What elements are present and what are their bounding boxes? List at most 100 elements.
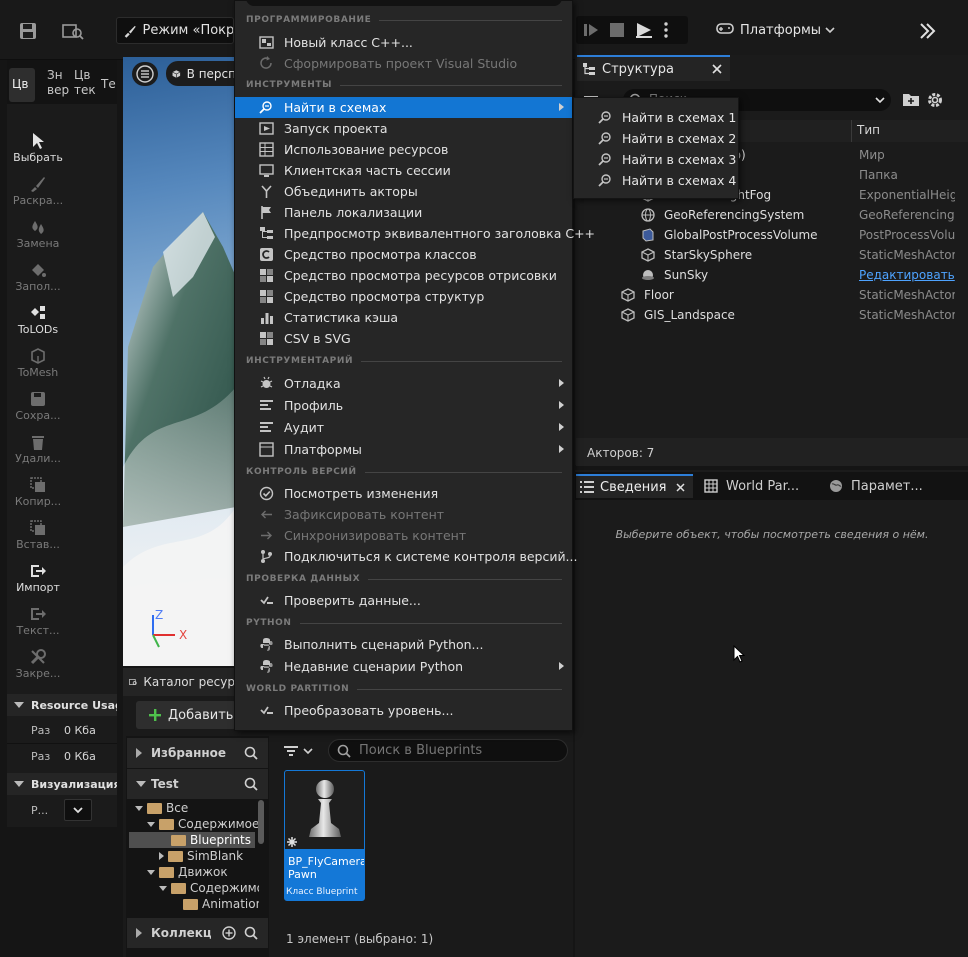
asset-search-box[interactable] [328,739,568,762]
tool-fill[interactable]: Запол... [7,255,69,293]
submenu-item[interactable]: Найти в схемах 1 [598,107,736,128]
menu-item[interactable]: Статистика кэша [235,307,572,328]
viewport-menu-button[interactable] [132,62,158,86]
menu-item[interactable]: Новый класс C++... [235,32,572,53]
tab-outliner[interactable]: Структура [577,55,730,81]
tool-texture[interactable]: Текст... [7,599,69,637]
tab-texture-colors[interactable]: Цв тек [71,68,97,102]
collapse-caret-icon[interactable] [147,821,155,827]
menu-item[interactable]: Предпросмотр эквивалентного заголовка C+… [235,223,595,244]
tree-folder[interactable]: Содержимое [159,880,259,896]
tab-content-browser[interactable]: Каталог ресур [123,668,235,696]
tool-tomesh[interactable]: ToMesh [7,341,69,379]
stop-icon[interactable] [609,22,625,38]
menu-item[interactable]: Запуск проекта [235,118,572,139]
search-icon[interactable] [244,777,258,791]
collapse-caret-icon[interactable] [147,869,155,875]
tool-import[interactable]: Импорт [7,556,69,594]
tree-folder[interactable]: Движок [147,864,228,880]
tool-select[interactable]: Выбрать [7,126,69,164]
menu-item[interactable]: Использование ресурсов [235,139,572,160]
menu-item[interactable]: Платформы [235,439,572,460]
settings-gear-icon[interactable] [926,91,944,109]
resource-usage-header[interactable]: Resource Usage [7,694,117,716]
submenu-item[interactable]: Найти в схемах 2 [598,128,736,149]
tool-replace[interactable]: Замена [7,212,69,250]
expand-caret-icon[interactable] [159,852,164,860]
add-collection-icon[interactable] [222,926,236,940]
menu-item[interactable]: Выполнить сценарий Python... [235,634,572,655]
menu-item[interactable]: Преобразовать уровень... [235,700,572,721]
browse-content-icon[interactable] [58,18,88,44]
tab-details[interactable]: Сведения [576,474,693,498]
search-icon[interactable] [244,926,258,940]
collapse-caret-icon[interactable] [135,805,143,811]
tab-texture[interactable]: Те [98,68,117,102]
add-folder-icon[interactable] [902,91,920,109]
menu-item[interactable]: Посмотреть изменения [235,483,572,504]
tool-delete[interactable]: Удали... [7,427,69,465]
outliner-row[interactable]: StarSkySphere StaticMeshActor [576,245,968,265]
menu-item[interactable]: Средство просмотра классов [235,244,572,265]
tab-world-settings[interactable]: Парамет... [829,474,923,498]
tree-folder[interactable]: Blueprints [129,832,255,848]
column-divider[interactable] [851,120,852,142]
menu-search-box[interactable] [246,0,562,6]
tool-save[interactable]: Сохра... [7,384,69,422]
menu-item[interactable]: Проверить данные... [235,590,572,611]
asset-search-input[interactable] [359,743,559,758]
mode-selector[interactable]: Режим «Покрас [116,17,234,44]
close-icon[interactable] [712,64,722,74]
tree-scrollbar[interactable] [258,800,264,844]
menu-item[interactable]: CSV в SVG [235,328,572,349]
menu-item[interactable]: Подключиться к системе контроля версий..… [235,546,577,567]
menu-item[interactable]: Недавние сценарии Python [235,656,572,677]
filter-button[interactable] [283,741,321,761]
save-icon[interactable] [14,18,42,44]
column-type[interactable]: Тип [857,123,880,137]
tree-folder[interactable]: Все [135,800,188,816]
collapse-caret-icon[interactable] [159,885,167,891]
eject-icon[interactable] [634,21,654,39]
menu-item[interactable]: Средство просмотра ресурсов отрисовки [235,265,572,286]
tool-fix[interactable]: Закре... [7,642,69,680]
visualization-dropdown[interactable] [64,799,92,821]
tool-tolods[interactable]: ToLODs [7,298,69,336]
tab-vertex-values[interactable]: Зн вер [44,68,69,102]
expand-toolbar-icon[interactable] [912,18,942,44]
tab-colors[interactable]: Цв [9,68,35,102]
submenu-item[interactable]: Найти в схемах 4 [598,170,736,191]
menu-item[interactable]: Отладка [235,373,572,394]
tree-folder[interactable]: Содержимое [147,816,259,832]
search-icon[interactable] [244,746,258,760]
tool-paste[interactable]: Встав... [7,513,69,551]
step-forward-icon[interactable] [582,21,600,39]
tree-folder[interactable]: Animation [171,896,259,912]
add-button[interactable]: Добавить [136,701,236,729]
collections-header[interactable]: Коллекци [127,918,268,948]
tab-world-partition[interactable]: World Par... [704,474,799,498]
more-options-icon[interactable] [663,21,669,39]
edit-link[interactable]: Редактировать [859,268,955,282]
favorites-header[interactable]: Избранное [127,738,268,768]
submenu-item[interactable]: Найти в схемах 3 [598,149,736,170]
asset-tile[interactable]: BP_FlyCamera Pawn Класс Blueprint [284,770,365,901]
tool-copy[interactable]: Копир... [7,470,69,508]
menu-item[interactable]: Средство просмотра структур [235,286,572,307]
platforms-button[interactable]: Платформы [706,16,844,44]
outliner-row[interactable]: GlobalPostProcessVolume PostProcessVolume [576,225,968,245]
outliner-row[interactable]: SunSky Редактировать [576,265,968,285]
tool-paint[interactable]: Раскра... [7,169,69,207]
outliner-row[interactable]: GIS_Landspace StaticMeshActor [576,305,968,325]
visualization-header[interactable]: Визуализация [7,773,117,795]
level-viewport[interactable]: Z X [123,57,236,666]
close-icon[interactable] [676,482,685,492]
outliner-row[interactable]: Floor StaticMeshActor [576,285,968,305]
menu-item[interactable]: Профиль [235,395,572,416]
menu-item[interactable]: Клиентская часть сессии [235,160,572,181]
project-header[interactable]: Test [127,769,268,799]
viewport-perspective-button[interactable]: В персп [166,61,236,86]
menu-item[interactable]: Объединить акторы [235,181,572,202]
menu-item[interactable]: Найти в схемах [235,97,572,118]
chevron-down-icon[interactable] [875,96,885,104]
